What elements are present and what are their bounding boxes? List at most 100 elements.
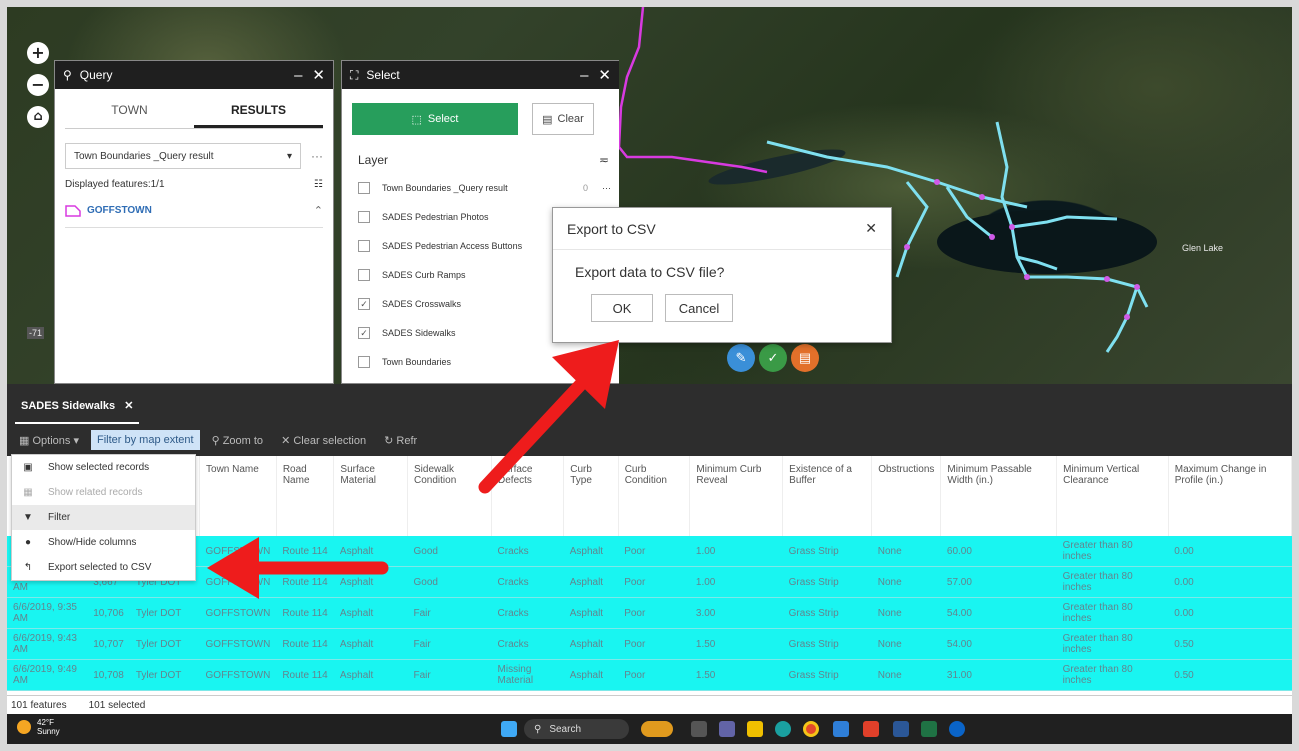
table-cell: Asphalt: [563, 659, 619, 691]
zoom-in-button[interactable]: +: [27, 42, 49, 64]
list-options-icon[interactable]: ☷: [314, 179, 323, 190]
task-view-icon[interactable]: [691, 721, 707, 737]
close-icon[interactable]: ✕: [598, 66, 611, 84]
tab-results[interactable]: RESULTS: [194, 103, 323, 128]
teams-icon[interactable]: [719, 721, 735, 737]
dialog-title: Export to CSV: [567, 220, 656, 237]
tab-town[interactable]: TOWN: [65, 103, 194, 128]
column-header[interactable]: Minimum Curb Reveal: [689, 456, 784, 536]
table-cell: 0.00: [1168, 597, 1292, 629]
column-header[interactable]: Town Name: [199, 456, 277, 536]
select-tool-icon[interactable]: ✓: [759, 344, 787, 372]
minimize-icon[interactable]: –: [580, 67, 588, 84]
brave-icon[interactable]: [863, 721, 879, 737]
refresh-button[interactable]: ↻ Refr: [378, 430, 423, 451]
layer-checkbox[interactable]: [358, 210, 370, 223]
layer-row[interactable]: Town Boundaries: [342, 347, 619, 376]
layer-checkbox[interactable]: ✓: [358, 297, 370, 310]
layer-checkbox[interactable]: [358, 268, 370, 281]
selected-count: 101 selected: [88, 699, 146, 711]
column-header[interactable]: Obstructions: [871, 456, 942, 536]
more-options-icon[interactable]: ···: [602, 183, 611, 193]
displayed-features-row: Displayed features:1/1 ☷: [65, 179, 323, 190]
clear-selection-button[interactable]: ✕ Clear selection: [275, 430, 372, 451]
column-header[interactable]: Minimum Passable Width (in.): [940, 456, 1058, 536]
table-row[interactable]: Tyler DOTGOFFSTOWNRoute 114AsphaltGoodCr…: [7, 536, 1292, 567]
search-label: Search: [549, 723, 582, 735]
select-rectangle-icon: ⬚: [411, 113, 422, 126]
more-options-icon[interactable]: ···: [301, 149, 323, 163]
table-cell: 54.00: [940, 628, 1057, 660]
table-cell: Asphalt: [563, 597, 619, 629]
pencil-icon[interactable]: ✎: [727, 344, 755, 372]
cancel-button[interactable]: Cancel: [665, 294, 733, 322]
minimize-icon[interactable]: –: [294, 67, 302, 84]
table-cell: GOFFSTOWN: [199, 536, 277, 567]
table-cell: Good: [407, 536, 492, 567]
layer-checkbox[interactable]: ✓: [358, 326, 370, 339]
close-icon[interactable]: ✕: [865, 220, 877, 237]
menu-item-label: Show related records: [48, 487, 143, 498]
select-button[interactable]: ⬚ Select: [352, 103, 518, 135]
windows-start-icon[interactable]: [501, 721, 517, 737]
options-button[interactable]: ▦ Options ▾: [13, 430, 85, 451]
menu-item-icon: ●: [24, 537, 32, 548]
close-icon[interactable]: ✕: [124, 400, 133, 412]
home-icon[interactable]: ⌂: [27, 106, 49, 128]
app-icon[interactable]: [833, 721, 849, 737]
result-item-name: GOFFSTOWN: [87, 205, 152, 216]
clear-selection-label: Clear selection: [293, 434, 367, 447]
query-icon: ⚲: [63, 68, 72, 82]
chevron-up-icon[interactable]: ⌃: [314, 204, 323, 217]
tab-sades-sidewalks[interactable]: SADES Sidewalks ✕: [15, 399, 140, 424]
close-icon[interactable]: ✕: [312, 66, 325, 84]
excel-icon[interactable]: [921, 721, 937, 737]
ok-button[interactable]: OK: [591, 294, 653, 322]
table-row[interactable]: 6/6/2019, 9:15 AM3,667Tyler DOTGOFFSTOWN…: [7, 566, 1292, 598]
filter-list-icon[interactable]: ≂: [599, 153, 609, 167]
result-item[interactable]: GOFFSTOWN ⌃: [65, 204, 323, 228]
menu-item[interactable]: ↰ Export selected to CSV: [12, 555, 195, 580]
column-header[interactable]: Surface Defects: [491, 456, 565, 536]
column-header[interactable]: Curb Type: [563, 456, 619, 536]
file-explorer-icon[interactable]: [747, 721, 763, 737]
column-header[interactable]: Existence of a Buffer: [782, 456, 873, 536]
lake-label: Glen Lake: [1182, 243, 1224, 253]
column-header[interactable]: Road Name: [276, 456, 335, 536]
menu-item[interactable]: ▣ Show selected records: [12, 455, 195, 480]
zoom-out-button[interactable]: −: [27, 74, 49, 96]
table-row[interactable]: 6/6/2019, 9:43 AM 10,707 Tyler DOT GOFFSTOW…: [7, 628, 1292, 660]
column-header[interactable]: Maximum Change in Profile (in.): [1168, 456, 1292, 536]
zoom-to-button[interactable]: ⚲ Zoom to: [206, 430, 269, 451]
feature-count: 101 features: [11, 699, 67, 711]
result-layer-dropdown[interactable]: Town Boundaries _Query result ▾: [65, 143, 301, 169]
table-cell: 31.00: [940, 659, 1057, 691]
column-header[interactable]: Surface Material: [333, 456, 408, 536]
column-header[interactable]: Minimum Vertical Clearance: [1056, 456, 1169, 536]
menu-item[interactable]: ▦ Show related records: [12, 480, 195, 505]
menu-item[interactable]: ● Show/Hide columns: [12, 530, 195, 555]
query-panel-title: Query: [79, 68, 113, 82]
widgets-icon[interactable]: [641, 721, 673, 737]
column-header[interactable]: Curb Condition: [618, 456, 691, 536]
layer-checkbox[interactable]: [358, 181, 370, 194]
weather-widget[interactable]: 42°F Sunny: [17, 718, 60, 736]
layer-checkbox[interactable]: [358, 355, 370, 368]
edge-icon[interactable]: [775, 721, 791, 737]
outlook-icon[interactable]: [949, 721, 965, 737]
taskbar-search[interactable]: ⚲ Search: [524, 719, 629, 739]
table-row[interactable]: 6/6/2019, 9:49 AM 10,708 Tyler DOT GOFFSTOW…: [7, 659, 1292, 691]
menu-item[interactable]: ▼ Filter: [12, 505, 195, 530]
layer-row[interactable]: Town Boundaries _Query result 0 ···: [342, 173, 619, 202]
table-cell: 1.50: [689, 628, 783, 660]
table-row[interactable]: 6/6/2019, 9:35 AM 10,706 Tyler DOT GOFFSTOW…: [7, 597, 1292, 629]
chrome-icon[interactable]: [803, 721, 819, 737]
table-cell: GOFFSTOWN: [199, 628, 277, 660]
filter-by-map-extent-button[interactable]: Filter by map extent: [90, 430, 200, 450]
layer-checkbox[interactable]: [358, 239, 370, 252]
column-header[interactable]: Sidewalk Condition: [407, 456, 493, 536]
word-icon[interactable]: [893, 721, 909, 737]
clear-button[interactable]: ▤ Clear: [532, 103, 594, 135]
report-icon[interactable]: ▤: [791, 344, 819, 372]
table-status-bar: 101 features 101 selected: [7, 695, 1292, 714]
